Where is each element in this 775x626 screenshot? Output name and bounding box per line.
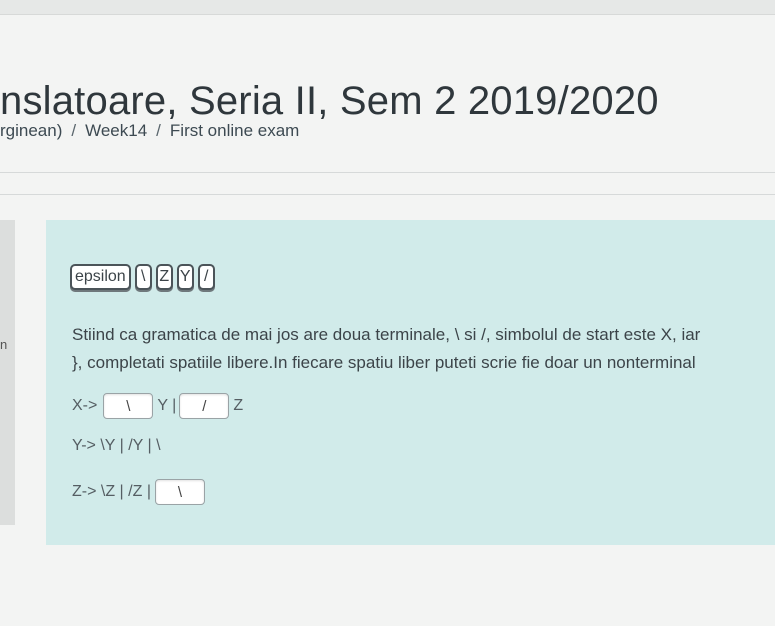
divider xyxy=(0,172,775,173)
drop-blank-1[interactable]: \ xyxy=(103,393,154,419)
breadcrumb-week14[interactable]: Week14 xyxy=(85,121,147,140)
drop-blank-3[interactable]: \ xyxy=(154,479,205,505)
question-text-line: }, completati spatiile libere.In fiecare… xyxy=(72,353,696,372)
drag-token-group: epsilon \ Z Y / xyxy=(70,264,215,290)
grammar-rule-y: Y-> \Y | /Y | \ xyxy=(72,437,161,455)
rule-prefix: X-> xyxy=(72,397,98,414)
drag-token-slash[interactable]: / xyxy=(197,264,215,290)
question-text: Stiind ca gramatica de mai jos are doua … xyxy=(72,321,700,377)
drop-blank-2[interactable]: / xyxy=(179,393,230,419)
drag-token-epsilon[interactable]: epsilon xyxy=(70,264,131,290)
breadcrumb-separator: / xyxy=(71,121,77,140)
top-bar xyxy=(0,0,775,15)
drag-token-y[interactable]: Y xyxy=(176,264,194,290)
grammar-rule-x: X-> \ Y | / Z xyxy=(72,393,243,419)
breadcrumb-separator: / xyxy=(156,121,161,140)
breadcrumb-exam[interactable]: First online exam xyxy=(170,121,299,140)
rule-text: Y-> \Y | /Y | \ xyxy=(72,437,161,454)
question-info-block xyxy=(0,220,15,525)
drag-token-backslash[interactable]: \ xyxy=(134,264,152,290)
breadcrumb-course[interactable]: rginean) xyxy=(0,121,62,140)
question-info-text: n xyxy=(0,337,8,352)
rule-prefix: Z-> \Z | /Z | xyxy=(72,483,151,500)
question-text-line: Stiind ca gramatica de mai jos are doua … xyxy=(72,325,701,344)
grammar-rule-z: Z-> \Z | /Z | \ xyxy=(72,479,205,505)
drag-token-z[interactable]: Z xyxy=(155,264,173,290)
rule-middle: Y | xyxy=(157,397,177,414)
breadcrumb: rginean) / Week14 / First online exam xyxy=(0,121,299,141)
page-title: nslatoare, Seria II, Sem 2 2019/2020 xyxy=(0,78,659,123)
divider xyxy=(0,194,775,195)
rule-suffix: Z xyxy=(233,397,244,414)
